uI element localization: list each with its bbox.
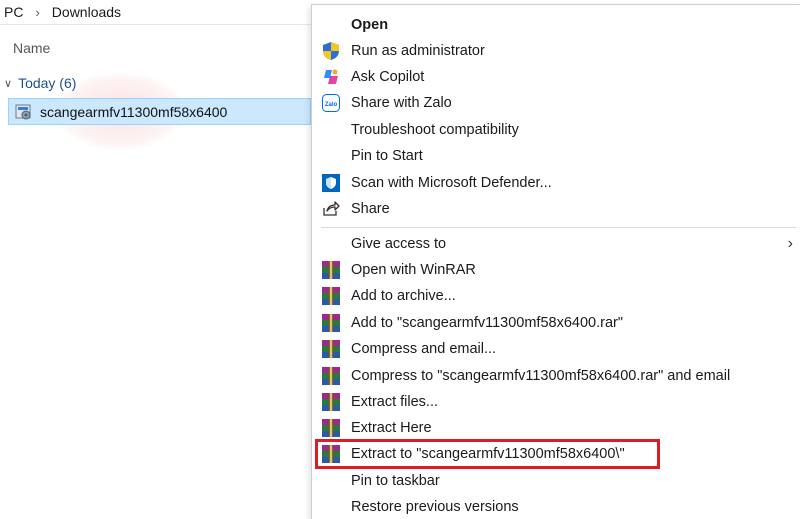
menu-item-add-to-rar[interactable]: Add to "scangearmfv11300mf58x6400.rar" [312,310,800,336]
menu-item-extract-here[interactable]: Extract Here [312,415,800,441]
defender-icon [321,173,341,193]
menu-item-label: Restore previous versions [351,499,519,515]
menu-item-label: Extract Here [351,420,432,436]
menu-separator [321,227,796,228]
winrar-icon [321,313,341,333]
winrar-icon [321,260,341,280]
menu-item-extract-files[interactable]: Extract files... [312,389,800,415]
svg-text:Zalo: Zalo [325,102,338,108]
menu-item-label: Compress to "scangearmfv11300mf58x6400.r… [351,368,731,384]
menu-item-give-access-to[interactable]: Give access to › [312,231,800,257]
menu-item-label: Pin to Start [351,148,423,164]
installer-file-icon [15,104,31,119]
menu-item-add-to-archive[interactable]: Add to archive... [312,283,800,309]
highlight-annotation-box [315,439,660,469]
context-menu: Open Run as administrator Ask Copilot Za… [311,4,800,519]
winrar-icon [321,286,341,306]
menu-item-label: Add to archive... [351,288,456,304]
menu-item-label: Give access to [351,236,447,252]
group-header-today[interactable]: ∨ Today (6) [4,75,76,91]
winrar-icon [321,339,341,359]
explorer-pane: PC › Downloads Name ∨ Today (6) scangear… [0,0,311,519]
menu-item-label: Share [351,201,390,217]
menu-item-label: Open [351,17,389,33]
menu-item-restore-previous-versions[interactable]: Restore previous versions [312,494,800,519]
menu-item-label: Troubleshoot compatibility [351,122,519,138]
menu-item-ask-copilot[interactable]: Ask Copilot [312,64,800,90]
menu-item-label: Extract files... [351,394,439,410]
menu-item-troubleshoot-compatibility[interactable]: Troubleshoot compatibility [312,117,800,143]
zalo-icon: Zalo [321,93,341,113]
menu-item-run-as-administrator[interactable]: Run as administrator [312,38,800,64]
winrar-icon [321,366,341,386]
menu-item-pin-to-start[interactable]: Pin to Start [312,143,800,169]
share-icon [321,199,341,219]
winrar-icon [321,418,341,438]
chevron-right-icon: › [787,235,793,252]
menu-item-label: Share with Zalo [351,95,452,111]
menu-item-open-with-winrar[interactable]: Open with WinRAR [312,257,800,283]
menu-item-pin-to-taskbar[interactable]: Pin to taskbar [312,468,800,494]
group-label: Today (6) [18,75,77,91]
menu-item-open[interactable]: Open [312,12,800,38]
menu-item-compress-and-email[interactable]: Compress and email... [312,336,800,362]
menu-item-label: Run as administrator [351,43,485,59]
menu-item-label: Scan with Microsoft Defender... [351,175,552,191]
menu-item-compress-to-rar-and-email[interactable]: Compress to "scangearmfv11300mf58x6400.r… [312,363,800,389]
menu-item-label: Pin to taskbar [351,473,440,489]
breadcrumb: PC › Downloads [0,0,125,24]
menu-item-scan-with-defender[interactable]: Scan with Microsoft Defender... [312,170,800,196]
winrar-icon [321,392,341,412]
file-row-selected[interactable]: scangearmfv11300mf58x6400 [8,98,311,125]
header-divider [0,24,311,25]
breadcrumb-item-pc[interactable]: PC [0,4,27,20]
file-name: scangearmfv11300mf58x6400 [40,103,228,120]
chevron-down-icon: ∨ [4,77,13,90]
menu-item-share-with-zalo[interactable]: Zalo Share with Zalo [312,90,800,116]
menu-item-label: Add to "scangearmfv11300mf58x6400.rar" [351,315,623,331]
menu-item-share[interactable]: Share [312,196,800,222]
breadcrumb-separator-icon: › [35,4,40,20]
copilot-icon [321,67,341,87]
menu-item-label: Open with WinRAR [351,262,476,278]
uac-shield-icon [321,41,341,61]
menu-item-label: Ask Copilot [351,69,425,85]
breadcrumb-item-downloads[interactable]: Downloads [48,4,125,20]
column-header-name[interactable]: Name [13,40,50,56]
menu-item-label: Compress and email... [351,341,497,357]
